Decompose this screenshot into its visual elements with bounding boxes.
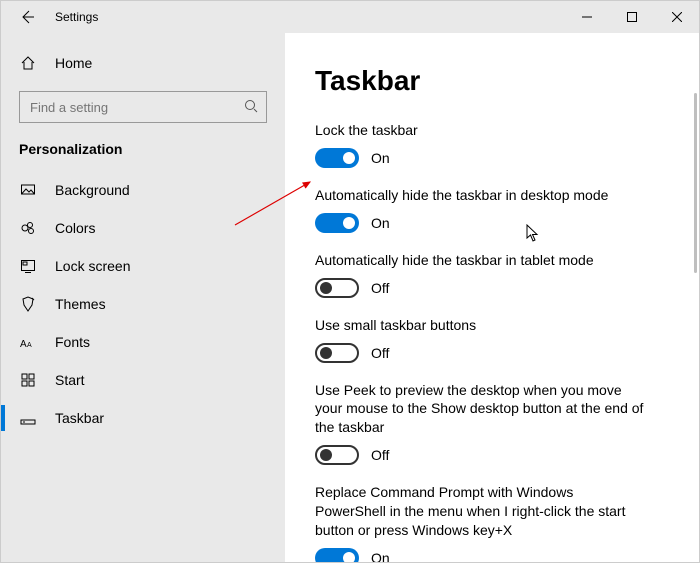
toggle-switch[interactable]: [315, 445, 359, 465]
toggle-state-label: Off: [371, 447, 389, 463]
nav-icon: [19, 410, 37, 426]
toggle-switch[interactable]: [315, 548, 359, 562]
search-input[interactable]: [19, 91, 267, 123]
setting-label: Automatically hide the taskbar in tablet…: [315, 251, 645, 270]
nav-icon: [19, 296, 37, 312]
close-button[interactable]: [654, 1, 699, 33]
nav-icon: [19, 372, 37, 388]
setting-row: Use Peek to preview the desktop when you…: [315, 381, 669, 466]
sidebar-item-colors[interactable]: Colors: [1, 209, 285, 247]
setting-row: Automatically hide the taskbar in deskto…: [315, 186, 669, 233]
nav-label: Taskbar: [55, 410, 104, 426]
back-icon[interactable]: [19, 9, 35, 25]
sidebar-nav: Background Colors Lock screen Themes AA Fonts…: [1, 171, 285, 437]
sidebar-item-fonts[interactable]: AA Fonts: [1, 323, 285, 361]
toggle-state-label: On: [371, 215, 390, 231]
settings-window: Settings Home: [0, 0, 700, 563]
sidebar: Home Personalization Background Colors Loc…: [1, 33, 285, 562]
toggle-switch[interactable]: [315, 213, 359, 233]
sidebar-item-themes[interactable]: Themes: [1, 285, 285, 323]
setting-label: Replace Command Prompt with Windows Powe…: [315, 483, 645, 540]
toggle-switch[interactable]: [315, 148, 359, 168]
sidebar-item-taskbar[interactable]: Taskbar: [1, 399, 285, 437]
setting-label: Use small taskbar buttons: [315, 316, 645, 335]
titlebar: Settings: [1, 1, 699, 33]
sidebar-item-start[interactable]: Start: [1, 361, 285, 399]
nav-label: Background: [55, 182, 130, 198]
search-icon: [244, 99, 258, 113]
nav-icon: [19, 182, 37, 198]
sidebar-home[interactable]: Home: [1, 47, 285, 79]
sidebar-item-lock-screen[interactable]: Lock screen: [1, 247, 285, 285]
svg-text:A: A: [27, 342, 32, 349]
nav-label: Themes: [55, 296, 106, 312]
setting-row: Use small taskbar buttons Off: [315, 316, 669, 363]
sidebar-item-background[interactable]: Background: [1, 171, 285, 209]
nav-icon: [19, 258, 37, 274]
home-icon: [19, 55, 37, 71]
nav-label: Lock screen: [55, 258, 130, 274]
setting-row: Replace Command Prompt with Windows Powe…: [315, 483, 669, 562]
scrollbar-thumb[interactable]: [694, 93, 697, 273]
setting-label: Lock the taskbar: [315, 121, 645, 140]
setting-row: Lock the taskbar On: [315, 121, 669, 168]
toggle-switch[interactable]: [315, 343, 359, 363]
category-title: Personalization: [1, 141, 285, 171]
nav-label: Colors: [55, 220, 95, 236]
toggle-state-label: On: [371, 150, 390, 166]
nav-icon: [19, 220, 37, 236]
setting-row: Automatically hide the taskbar in tablet…: [315, 251, 669, 298]
nav-icon: AA: [19, 334, 37, 350]
setting-label: Automatically hide the taskbar in deskto…: [315, 186, 645, 205]
nav-label: Fonts: [55, 334, 90, 350]
toggle-state-label: Off: [371, 345, 389, 361]
toggle-state-label: Off: [371, 280, 389, 296]
toggle-switch[interactable]: [315, 278, 359, 298]
settings-list: Lock the taskbar On Automatically hide the…: [315, 121, 699, 562]
nav-label: Start: [55, 372, 85, 388]
home-label: Home: [55, 55, 92, 71]
maximize-button[interactable]: [609, 1, 654, 33]
window-title: Settings: [55, 10, 98, 24]
main-panel: Taskbar Lock the taskbar On Automatically …: [285, 33, 699, 562]
minimize-button[interactable]: [564, 1, 609, 33]
svg-text:A: A: [20, 339, 27, 350]
toggle-state-label: On: [371, 550, 390, 562]
page-title: Taskbar: [315, 65, 699, 97]
setting-label: Use Peek to preview the desktop when you…: [315, 381, 645, 438]
